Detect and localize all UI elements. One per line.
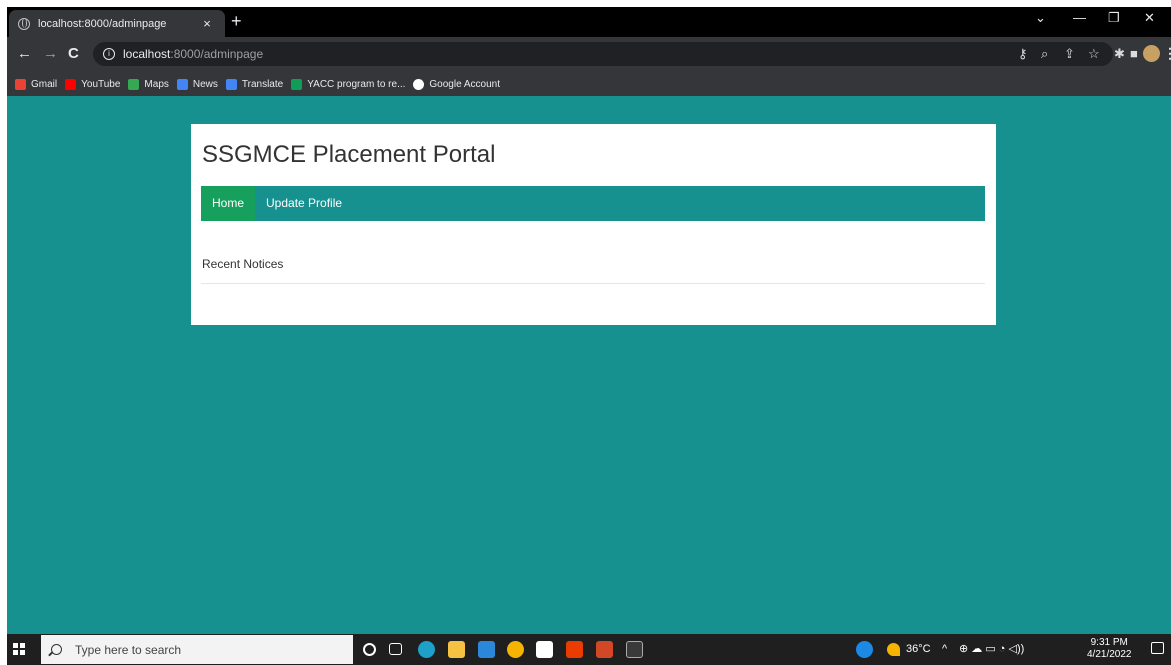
clock[interactable]: 9:31 PM 4/21/2022 (1087, 637, 1132, 661)
notification-icon[interactable] (1151, 642, 1164, 654)
site-title: SSGMCE Placement Portal (202, 141, 496, 168)
key-icon[interactable]: ⚷ (1018, 46, 1028, 62)
windows-taskbar: Type here to search 36°C ^ ⊕ ☁ ▭ ◔ ◁)) 9… (7, 634, 1171, 665)
restore-icon[interactable]: ❐ (1108, 10, 1120, 26)
browser-window: localhost:8000/adminpage × + ⌄ — ❐ ✕ ← →… (7, 7, 1171, 665)
taskbar-search-box[interactable]: Type here to search (41, 635, 353, 664)
terminal-icon[interactable] (626, 641, 643, 658)
tab-strip: localhost:8000/adminpage × + ⌄ — ❐ ✕ (7, 7, 1171, 37)
tab-close-icon[interactable]: × (199, 16, 215, 31)
bookmark-translate[interactable]: Translate (225, 78, 283, 90)
search-icon (51, 644, 62, 655)
help-icon[interactable] (856, 641, 873, 658)
divider (201, 283, 985, 284)
nav-home[interactable]: Home (201, 186, 256, 221)
news-icon (176, 78, 188, 90)
share-icon[interactable]: ⇪ (1064, 46, 1075, 62)
edge-icon[interactable] (418, 641, 435, 658)
bookmark-star-icon[interactable]: ☆ (1088, 46, 1100, 62)
bookmark-google-account[interactable]: Google Account (413, 78, 500, 90)
close-window-icon[interactable]: ✕ (1144, 10, 1155, 26)
site-info-icon[interactable]: i (103, 48, 115, 60)
bookmark-gmail[interactable]: Gmail (15, 78, 57, 90)
browser-tab[interactable]: localhost:8000/adminpage × (9, 10, 225, 37)
translate-icon (225, 78, 237, 90)
url-path: :8000/adminpage (170, 47, 264, 61)
zoom-icon[interactable]: ⌕ (1041, 46, 1048, 62)
back-arrow-icon[interactable]: ← (17, 44, 32, 64)
bookmark-youtube[interactable]: YouTube (65, 78, 120, 90)
forward-arrow-icon[interactable]: → (43, 44, 58, 64)
recent-notices-heading: Recent Notices (202, 257, 284, 271)
temperature-label[interactable]: 36°C (906, 643, 931, 656)
office-icon[interactable] (566, 641, 583, 658)
date-label: 4/21/2022 (1087, 649, 1132, 660)
tab-title: localhost:8000/adminpage (38, 17, 167, 30)
weather-icon[interactable] (887, 643, 900, 656)
browser-toolbar: ← → C i localhost:8000/adminpage ⚷ ⌕ ⇪ ☆… (7, 37, 1171, 72)
new-tab-button[interactable]: + (231, 11, 242, 31)
store-icon[interactable] (536, 641, 553, 658)
sidepanel-icon[interactable]: ■ (1130, 46, 1138, 62)
reload-icon[interactable]: C (68, 44, 79, 64)
bookmark-maps[interactable]: Maps (128, 78, 169, 90)
portal-card: SSGMCE Placement Portal Home Update Prof… (191, 124, 996, 325)
main-navbar: Home Update Profile (201, 186, 985, 221)
menu-kebab-icon[interactable]: ⋮ (1163, 45, 1171, 62)
youtube-icon (65, 78, 77, 90)
link-icon (291, 78, 303, 90)
task-view-icon[interactable] (389, 643, 402, 655)
bookmark-yacc[interactable]: YACC program to re... (291, 78, 405, 90)
bookmarks-bar: Gmail YouTube Maps News Translate YACC p… (7, 72, 1171, 96)
tray-icons[interactable]: ⊕ ☁ ▭ ◔ ◁)) (959, 643, 1024, 656)
google-icon (413, 78, 425, 90)
file-explorer-icon[interactable] (448, 641, 465, 658)
windows-start-icon[interactable] (13, 643, 25, 655)
url-host: localhost (123, 47, 171, 61)
mail-icon[interactable] (478, 641, 495, 658)
nav-update-profile[interactable]: Update Profile (255, 186, 353, 221)
cortana-icon[interactable] (363, 643, 376, 656)
minimize-icon[interactable]: — (1073, 10, 1086, 25)
chrome-icon[interactable] (507, 641, 524, 658)
powerpoint-icon[interactable] (596, 641, 613, 658)
chevron-up-icon[interactable]: ^ (942, 643, 947, 656)
extensions-icon[interactable]: ✱ (1114, 46, 1125, 62)
maps-icon (128, 78, 140, 90)
bookmark-news[interactable]: News (176, 78, 218, 90)
profile-avatar-icon[interactable] (1143, 45, 1160, 62)
tab-search-chevron-icon[interactable]: ⌄ (1035, 10, 1046, 26)
globe-icon (18, 17, 30, 30)
address-bar[interactable]: i localhost:8000/adminpage (93, 42, 1113, 66)
search-placeholder: Type here to search (75, 642, 182, 657)
gmail-icon (15, 78, 26, 90)
time-label: 9:31 PM (1090, 637, 1128, 648)
